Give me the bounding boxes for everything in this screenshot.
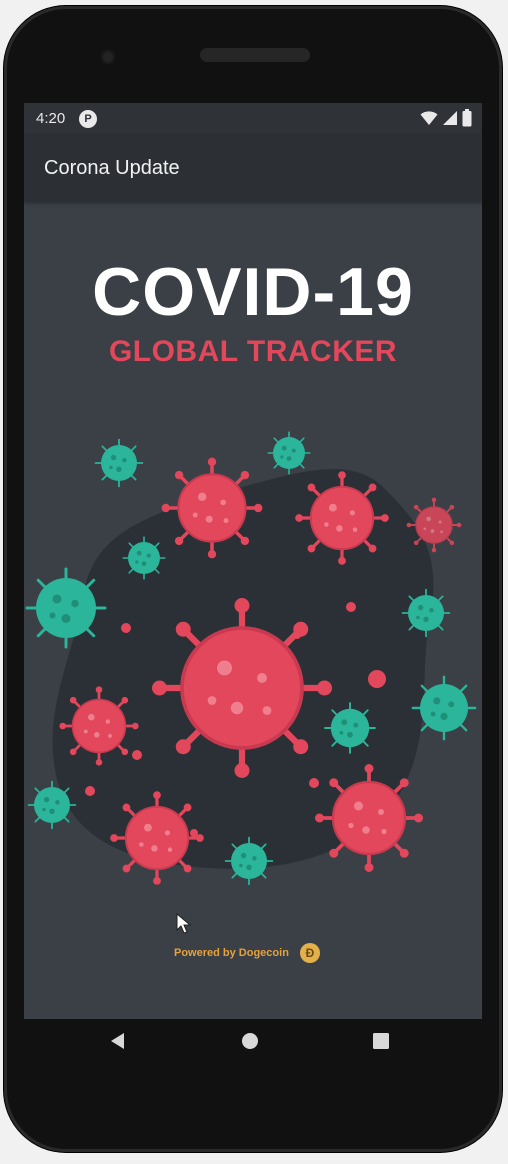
app-bar: Corona Update <box>24 135 482 201</box>
status-icons <box>420 109 472 129</box>
front-camera <box>101 50 115 64</box>
virus-teal-icon <box>122 536 166 580</box>
home-icon[interactable] <box>240 1031 260 1051</box>
battery-icon <box>462 109 472 127</box>
status-time: 4:20 <box>36 110 66 127</box>
virus-teal-icon <box>411 675 477 741</box>
virus-red-icon <box>159 455 265 561</box>
recent-apps-icon[interactable] <box>371 1031 391 1051</box>
virus-red-icon <box>313 762 425 874</box>
splash-title: COVID-19 <box>92 254 414 330</box>
dogecoin-logo-icon: Ð <box>300 943 320 963</box>
virus-illustration <box>25 431 477 887</box>
signal-icon <box>442 111 457 126</box>
virus-red-icon <box>152 598 332 778</box>
splash-subtitle: GLOBAL TRACKER <box>108 335 398 368</box>
virus-red-icon <box>293 469 391 567</box>
virus-teal-icon <box>224 836 274 886</box>
status-bar: 4:20 P <box>24 103 482 135</box>
phone-frame: 4:20 P Corona Update COVID-19 GLOBAL TRA… <box>4 6 502 1152</box>
virus-teal-icon <box>324 702 376 754</box>
virus-red-icon <box>58 685 140 767</box>
virus-red-icon <box>108 789 206 887</box>
notification-app-icon: P <box>79 110 97 128</box>
mouse-cursor-icon <box>176 913 192 934</box>
powered-by-label: Powered by Dogecoin <box>174 947 289 959</box>
navigation-bar <box>20 1013 478 1073</box>
back-icon[interactable] <box>108 1031 128 1051</box>
virus-teal-icon <box>401 588 451 638</box>
virus-red-icon <box>405 496 463 554</box>
screen: 4:20 P Corona Update COVID-19 GLOBAL TRA… <box>24 103 482 1019</box>
virus-teal-icon <box>94 438 144 488</box>
earpiece-speaker <box>200 48 310 62</box>
virus-teal-icon <box>267 431 311 475</box>
app-title: Corona Update <box>44 157 180 179</box>
virus-teal-icon <box>27 780 77 830</box>
wifi-icon <box>420 111 438 126</box>
virus-teal-icon <box>25 567 107 649</box>
